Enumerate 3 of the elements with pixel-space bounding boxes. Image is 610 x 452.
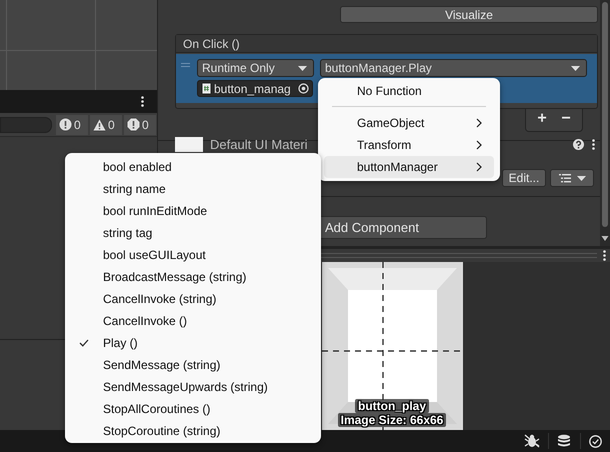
event-title: On Click (): [183, 36, 240, 50]
material-name: Default UI Materi: [210, 136, 308, 152]
sprite-name: button_play: [355, 399, 429, 413]
